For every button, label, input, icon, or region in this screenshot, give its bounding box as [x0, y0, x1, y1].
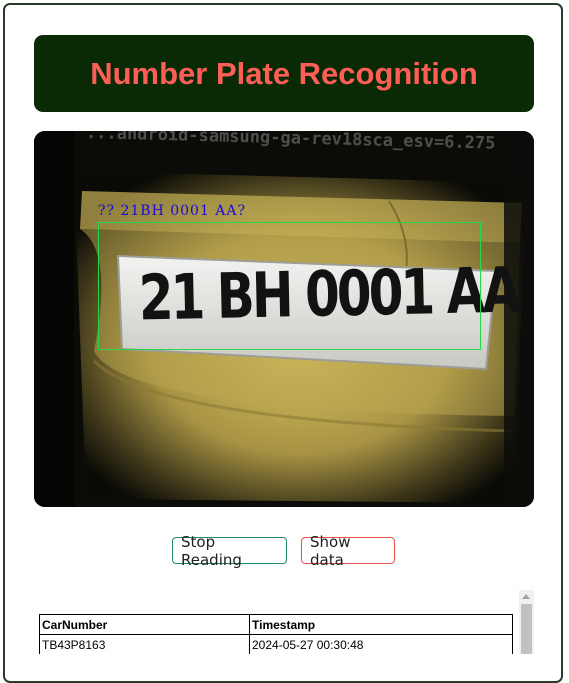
table-row: TB43P8163 2024-05-27 00:30:48 — [39, 634, 513, 654]
app-header: Number Plate Recognition — [34, 35, 534, 112]
cell-carnumber: TB43P8163 — [39, 634, 250, 654]
cell-timestamp: 2024-05-27 00:30:48 — [249, 634, 513, 654]
camera-feed: ...android-samsung-ga-rev18sca_esv=6.275… — [34, 131, 534, 507]
detection-box — [98, 222, 481, 350]
results-table-container: CarNumber Timestamp TB43P8163 2024-05-27… — [38, 590, 535, 654]
table-scrollbar[interactable] — [519, 590, 534, 654]
results-table: CarNumber Timestamp TB43P8163 2024-05-27… — [39, 614, 513, 654]
table-header-row: CarNumber Timestamp — [39, 614, 513, 635]
scrollbar-thumb[interactable] — [521, 604, 532, 654]
page-title: Number Plate Recognition — [90, 55, 478, 91]
stop-reading-button[interactable]: Stop Reading — [172, 533, 287, 569]
column-header-carnumber: CarNumber — [39, 614, 250, 635]
recognized-text-overlay: ?? 21BH 0001 AA? — [98, 203, 247, 219]
action-buttons: Stop Reading Show data — [0, 533, 569, 569]
scroll-up-arrow-icon[interactable] — [522, 594, 530, 599]
show-data-button[interactable]: Show data — [301, 533, 395, 569]
column-header-timestamp: Timestamp — [249, 614, 513, 635]
